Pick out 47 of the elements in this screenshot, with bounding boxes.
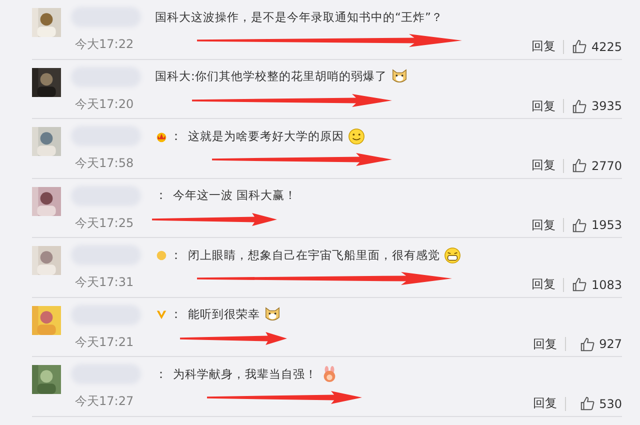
reply-link[interactable]: 回复: [533, 395, 557, 412]
comment-text: 能听到很荣幸: [188, 307, 260, 322]
like-button[interactable]: 927: [574, 336, 622, 352]
like-button[interactable]: 1953: [572, 218, 622, 232]
thumbs-up-icon: [572, 98, 588, 114]
comment-text: 闭上眼睛，想象自己在宇宙飞船里面，很有感觉: [188, 248, 440, 262]
like-button[interactable]: 3935: [572, 98, 622, 114]
colon: ：: [170, 306, 182, 323]
grin-emoji-icon: [444, 246, 461, 264]
timestamp: 今天17:31: [75, 274, 134, 291]
comment-text: 国科大这波操作，是不是今年录取通知书中的“王炸”？: [155, 10, 443, 24]
thumbs-up-icon: [580, 336, 596, 352]
badge-icon: [155, 248, 168, 262]
bunny-emoji-icon: [321, 366, 338, 382]
smile-emoji-icon: [348, 128, 365, 144]
timestamp: 今大17:22: [75, 36, 134, 53]
like-button[interactable]: 4225: [572, 39, 622, 54]
thumbs-up-icon: [580, 396, 596, 411]
reply-link[interactable]: 回复: [531, 157, 556, 174]
reply-link[interactable]: 回复: [531, 276, 556, 293]
timestamp: 今天17:58: [75, 155, 134, 172]
thumbs-up-icon: [572, 277, 588, 292]
dog-emoji-icon: [390, 68, 408, 85]
like-button[interactable]: 2770: [572, 158, 622, 173]
reply-link[interactable]: 回复: [531, 98, 556, 114]
timestamp: 今天17:21: [75, 334, 134, 350]
reply-link[interactable]: 回复: [533, 336, 557, 352]
timestamp: 今天17:25: [75, 214, 134, 232]
thumbs-up-icon: [572, 218, 588, 232]
comment-text: 国科大:你们其他学校整的花里胡哨的弱爆了: [155, 69, 387, 84]
timestamp: 今天17:20: [75, 96, 134, 112]
like-button[interactable]: 1083: [572, 277, 622, 292]
colon: ：: [170, 128, 182, 144]
reply-link[interactable]: 回复: [531, 38, 556, 55]
comment-text: 这就是为啥要考好大学的原因: [188, 128, 344, 144]
comment-text: 为科学献身，我辈当自强！: [173, 366, 317, 382]
dog-emoji-icon: [264, 306, 281, 323]
colon: ：: [155, 366, 167, 382]
timestamp: 今天17:27: [75, 393, 134, 410]
colon: ：: [155, 187, 167, 204]
colon: ：: [170, 246, 182, 264]
reply-link[interactable]: 回复: [531, 216, 556, 234]
comment-text: 今年这一波 国科大赢！: [173, 188, 297, 203]
thumbs-up-icon: [572, 39, 588, 54]
thumbs-up-icon: [572, 158, 588, 173]
like-button[interactable]: 530: [574, 396, 622, 411]
v-icon: [155, 308, 168, 321]
